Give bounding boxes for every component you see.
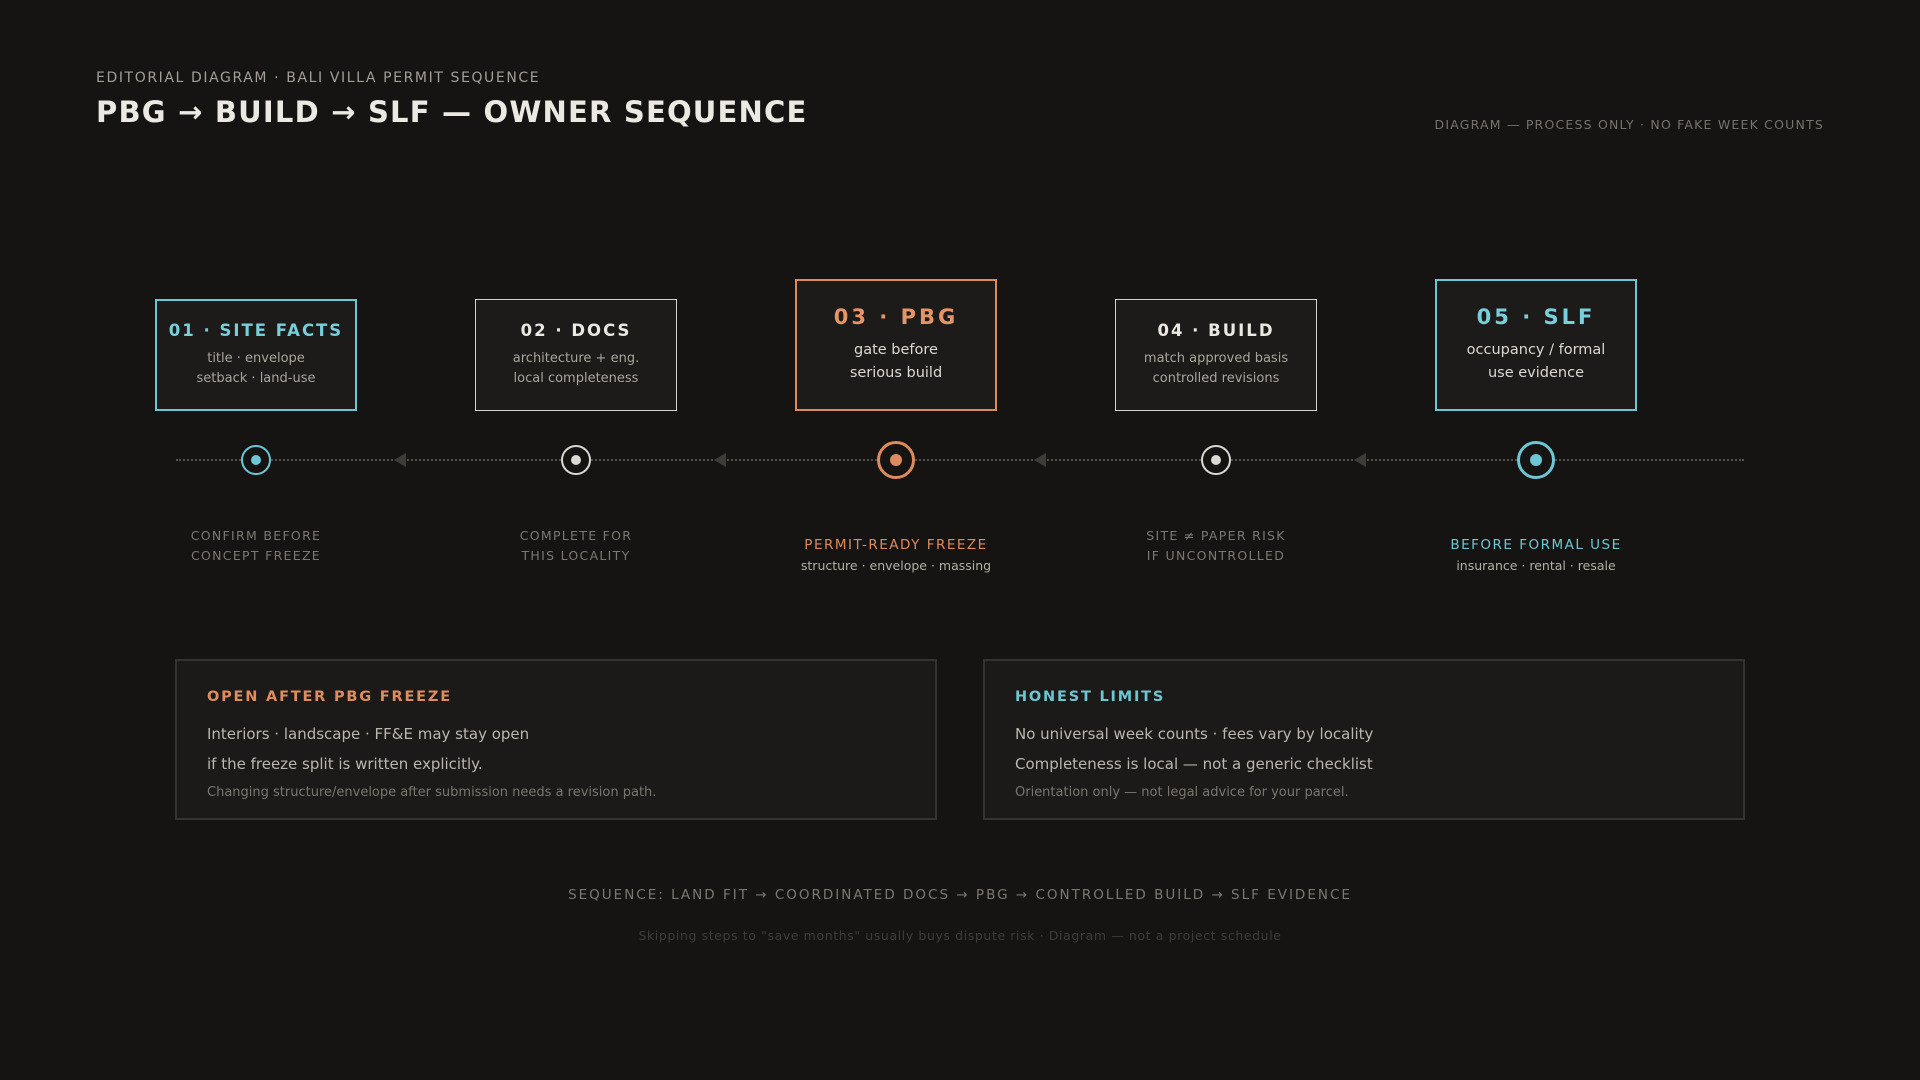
step-card-build: 04 · BUILD match approved basis controll… (1115, 299, 1317, 411)
caption-line: CONFIRM BEFORE (190, 528, 322, 543)
caption-line: COMPLETE FOR (519, 528, 633, 543)
timeline-node-icon (1201, 445, 1231, 475)
caption-line: CONCEPT FREEZE (190, 548, 322, 563)
panel-heading: OPEN AFTER PBG FREEZE (207, 689, 452, 705)
panel-heading: HONEST LIMITS (1015, 689, 1166, 705)
step-caption: SITE ≠ PAPER RISK IF UNCONTROLLED (1086, 526, 1346, 566)
step-detail-line: serious build (849, 365, 943, 381)
step-detail-line: match approved basis (1143, 351, 1289, 366)
timeline-node-icon (1517, 441, 1555, 479)
step-detail-line: architecture + eng. (512, 351, 640, 366)
panel-note: Changing structure/envelope after submis… (207, 785, 657, 800)
timeline-arrow-icon (394, 453, 406, 467)
step-card-site-facts: 01 · SITE FACTS title · envelope setback… (155, 299, 357, 411)
step-title: 05 · SLF (1476, 305, 1596, 329)
page-title: PBG → BUILD → SLF — OWNER SEQUENCE (96, 95, 808, 129)
step-detail-line: title · envelope (207, 351, 305, 366)
timeline-arrow-icon (714, 453, 726, 467)
step-card-docs: 02 · DOCS architecture + eng. local comp… (475, 299, 677, 411)
step-title: 02 · DOCS (520, 321, 632, 340)
step-detail-line: gate before (854, 342, 938, 358)
step-title: 03 · PBG (833, 305, 959, 329)
timeline-arrow-icon (1034, 453, 1046, 467)
step-caption: CONFIRM BEFORE CONCEPT FREEZE (126, 526, 386, 566)
step-caption-highlight: PERMIT-READY FREEZE structure · envelope… (766, 535, 1026, 577)
step-detail-line: use evidence (1487, 365, 1584, 381)
step-detail-line: setback · land-use (196, 371, 316, 386)
step-caption-highlight: BEFORE FORMAL USE insurance · rental · r… (1406, 535, 1666, 577)
footer-disclaimer: Skipping steps to "save months" usually … (638, 928, 1282, 943)
panel-line: Interiors · landscape · FF&E may stay op… (207, 725, 530, 743)
caption-subline: structure · envelope · massing (800, 558, 992, 573)
panel-line: Completeness is local — not a generic ch… (1015, 755, 1373, 773)
step-detail-line: occupancy / formal (1466, 342, 1606, 358)
sequence-summary: SEQUENCE: LAND FIT → COORDINATED DOCS → … (568, 887, 1352, 903)
caption-heading: BEFORE FORMAL USE (1450, 537, 1622, 553)
panel-open-after-freeze: OPEN AFTER PBG FREEZE Interiors · landsc… (175, 659, 937, 820)
timeline-node-icon (877, 441, 915, 479)
timeline-node-icon (241, 445, 271, 475)
panel-line: No universal week counts · fees vary by … (1015, 725, 1374, 743)
diagram-eyebrow: EDITORIAL DIAGRAM · BALI VILLA PERMIT SE… (96, 70, 541, 86)
panel-honest-limits: HONEST LIMITS No universal week counts ·… (983, 659, 1745, 820)
timeline-node-icon (561, 445, 591, 475)
process-note: DIAGRAM — PROCESS ONLY · NO FAKE WEEK CO… (1434, 117, 1824, 132)
step-detail-line: local completeness (513, 371, 639, 386)
caption-line: SITE ≠ PAPER RISK (1146, 528, 1286, 543)
step-detail-line: controlled revisions (1152, 371, 1280, 386)
step-caption: COMPLETE FOR THIS LOCALITY (446, 526, 706, 566)
panel-line: if the freeze split is written explicitl… (207, 755, 483, 773)
step-card-slf: 05 · SLF occupancy / formal use evidence (1435, 279, 1637, 411)
step-title: 01 · SITE FACTS (168, 321, 344, 340)
step-title: 04 · BUILD (1157, 321, 1275, 340)
caption-line: IF UNCONTROLLED (1146, 548, 1286, 563)
panel-note: Orientation only — not legal advice for … (1015, 785, 1349, 800)
timeline-track (176, 459, 1744, 461)
timeline-arrow-icon (1354, 453, 1366, 467)
step-card-pbg: 03 · PBG gate before serious build (795, 279, 997, 411)
caption-heading: PERMIT-READY FREEZE (804, 537, 988, 553)
caption-subline: insurance · rental · resale (1456, 558, 1616, 573)
caption-line: THIS LOCALITY (521, 548, 631, 563)
